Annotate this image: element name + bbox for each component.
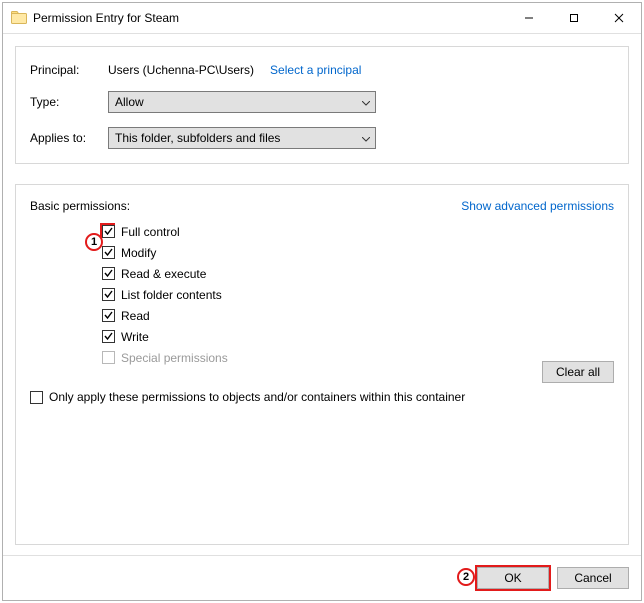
perm-label: List folder contents: [121, 288, 222, 302]
applies-to-combobox[interactable]: This folder, subfolders and files: [108, 127, 376, 149]
minimize-button[interactable]: [506, 3, 551, 33]
dialog-footer: 2 OK Cancel: [3, 555, 641, 600]
perm-label: Full control: [121, 225, 180, 239]
permissions-list: 1 Full control Modify: [102, 221, 614, 368]
ok-button[interactable]: OK: [477, 567, 549, 589]
checkbox-full-control[interactable]: [102, 225, 115, 238]
maximize-button[interactable]: [551, 3, 596, 33]
basic-permissions-heading: Basic permissions:: [30, 199, 130, 213]
annotation-circle-2: 2: [457, 568, 475, 586]
permission-row-list-folder: List folder contents: [102, 284, 614, 305]
annotation-circle-1: 1: [85, 233, 103, 251]
permission-row-read: Read: [102, 305, 614, 326]
checkbox-special-permissions: [102, 351, 115, 364]
applies-to-value: This folder, subfolders and files: [115, 131, 280, 145]
perm-label: Modify: [121, 246, 156, 260]
client-area: Principal: Users (Uchenna-PC\Users) Sele…: [3, 34, 641, 555]
permissions-panel: Basic permissions: Show advanced permiss…: [15, 184, 629, 545]
only-apply-label: Only apply these permissions to objects …: [49, 390, 465, 404]
permission-row-special: Special permissions: [102, 347, 614, 368]
chevron-down-icon: [362, 131, 370, 145]
checkbox-write[interactable]: [102, 330, 115, 343]
type-value: Allow: [115, 95, 144, 109]
window-frame: Permission Entry for Steam Principal: Us…: [2, 2, 642, 601]
show-advanced-permissions-link[interactable]: Show advanced permissions: [461, 199, 614, 213]
folder-icon: [11, 10, 27, 26]
perm-label: Read: [121, 309, 150, 323]
checkbox-read[interactable]: [102, 309, 115, 322]
select-principal-link[interactable]: Select a principal: [270, 63, 361, 77]
permission-row-modify: Modify: [102, 242, 614, 263]
chevron-down-icon: [362, 95, 370, 109]
type-combobox[interactable]: Allow: [108, 91, 376, 113]
only-apply-row: Only apply these permissions to objects …: [30, 390, 614, 404]
applies-to-label: Applies to:: [30, 131, 108, 145]
checkbox-list-folder[interactable]: [102, 288, 115, 301]
perm-label: Special permissions: [121, 351, 228, 365]
checkbox-read-execute[interactable]: [102, 267, 115, 280]
principal-value: Users (Uchenna-PC\Users): [108, 63, 254, 77]
title-bar: Permission Entry for Steam: [3, 3, 641, 34]
perm-label: Read & execute: [121, 267, 206, 281]
checkbox-only-apply[interactable]: [30, 391, 43, 404]
principal-panel: Principal: Users (Uchenna-PC\Users) Sele…: [15, 46, 629, 164]
perm-label: Write: [121, 330, 149, 344]
cancel-button[interactable]: Cancel: [557, 567, 629, 589]
window-controls: [506, 3, 641, 33]
permission-row-full-control: Full control: [102, 221, 614, 242]
permission-row-read-execute: Read & execute: [102, 263, 614, 284]
close-button[interactable]: [596, 3, 641, 33]
permission-row-write: Write: [102, 326, 614, 347]
principal-label: Principal:: [30, 63, 108, 77]
clear-all-button[interactable]: Clear all: [542, 361, 614, 383]
checkbox-modify[interactable]: [102, 246, 115, 259]
window-title: Permission Entry for Steam: [33, 11, 506, 25]
type-label: Type:: [30, 95, 108, 109]
